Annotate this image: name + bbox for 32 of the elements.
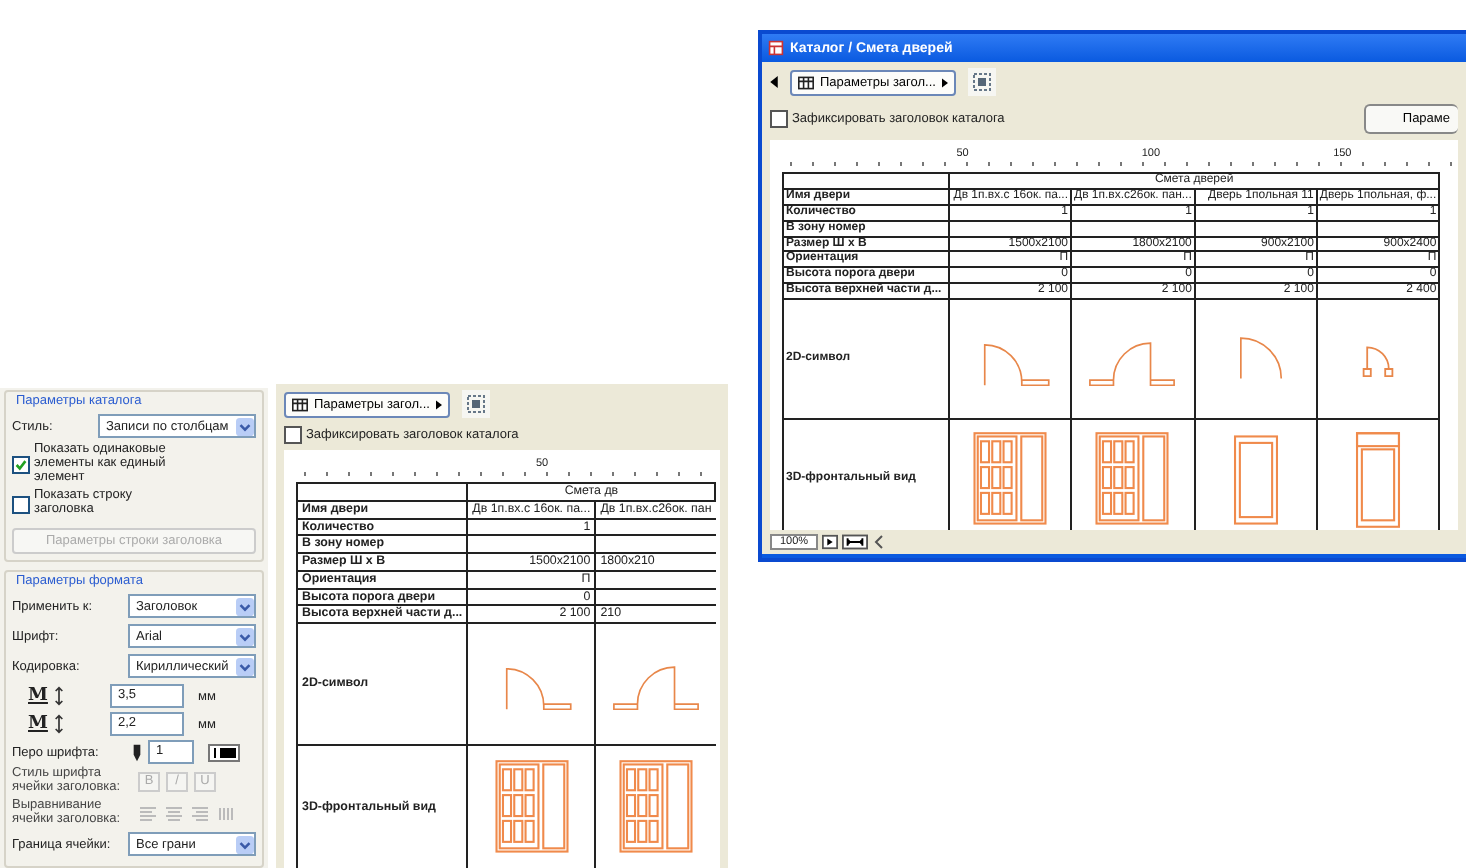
table-cell: [1316, 220, 1440, 237]
fit-width-icon[interactable]: [842, 534, 868, 550]
pen-icon: [132, 743, 142, 762]
door-symbol-drawing: [1360, 341, 1397, 378]
vertical-arrow-icon: [53, 686, 64, 707]
table-cell: [1194, 220, 1317, 237]
chevron-icon: [236, 627, 254, 646]
triangle-icon: [435, 399, 442, 409]
table-cell: [467, 535, 596, 553]
table-icon: [768, 40, 784, 56]
triangle-icon: [941, 77, 948, 87]
chevron-icon: [236, 597, 254, 616]
checkbox[interactable]: [12, 455, 30, 474]
table-cell: [1071, 220, 1195, 237]
table-icon: [292, 397, 308, 411]
vertical-arrow-icon: [53, 714, 64, 735]
checkbox[interactable]: [284, 426, 302, 444]
chevron-icon: [236, 835, 254, 854]
checkbox[interactable]: [770, 110, 788, 128]
checkbox[interactable]: [12, 495, 30, 514]
color-swatch-icon[interactable]: [208, 743, 240, 762]
collapse-arrow-icon[interactable]: [770, 76, 778, 88]
table-icon: [798, 75, 814, 89]
chevron-icon: [236, 417, 254, 435]
table-cell: [949, 220, 1071, 237]
font-size-glyph: M: [28, 714, 48, 735]
play-icon[interactable]: [822, 534, 838, 550]
chevron-icon: [236, 657, 254, 676]
scroll-left-icon[interactable]: [872, 534, 888, 550]
font-size-glyph: M: [28, 686, 48, 707]
grid-tool-icon[interactable]: [967, 68, 996, 96]
grid-tool-icon[interactable]: [461, 390, 490, 418]
